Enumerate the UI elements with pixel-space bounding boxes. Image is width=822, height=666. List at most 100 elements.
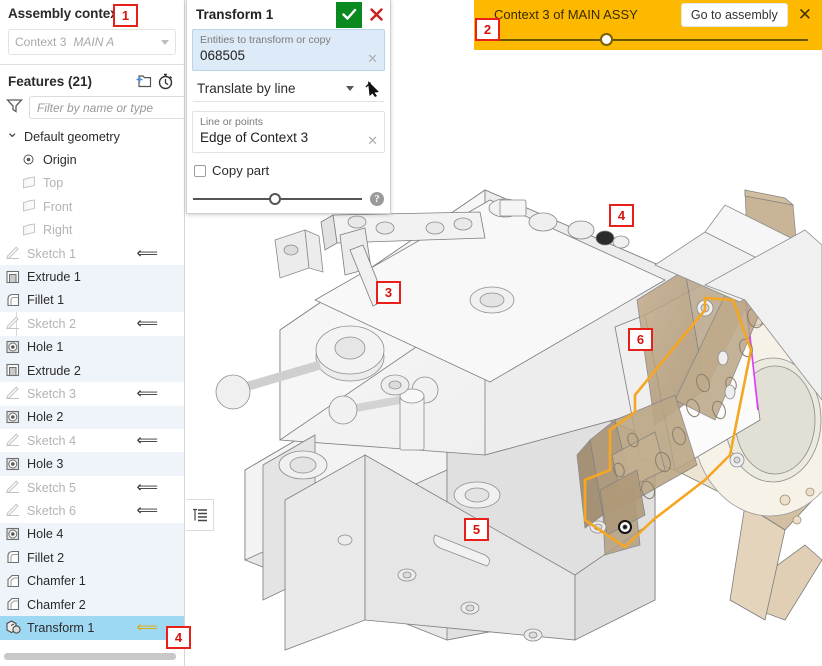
clear-icon[interactable]: ✕ bbox=[367, 134, 378, 147]
tree-item-hole-4[interactable]: Hole 4 bbox=[0, 522, 184, 547]
tree-item-label: Sketch 5 bbox=[27, 480, 77, 495]
cancel-button[interactable] bbox=[362, 2, 390, 28]
tree-item-chamfer-2[interactable]: Chamfer 2 bbox=[0, 592, 184, 617]
tree-item-label: Extrude 2 bbox=[27, 363, 81, 378]
sketch-icon bbox=[6, 386, 21, 401]
line-field-label: Line or points bbox=[200, 116, 264, 128]
dialog-body: Entities to transform or copy 068505 ✕ T… bbox=[187, 29, 390, 183]
copy-part-row[interactable]: Copy part bbox=[194, 163, 385, 178]
accept-button[interactable] bbox=[336, 1, 362, 28]
tree-item-fillet-1[interactable]: Fillet 1 bbox=[0, 288, 184, 313]
tree-item-sketch-5[interactable]: Sketch 5 ⟸ bbox=[0, 476, 184, 499]
banner-row: Context 3 of MAIN ASSY Go to assembly ✕ bbox=[474, 0, 822, 29]
help-icon[interactable]: ? bbox=[370, 192, 384, 206]
onshape-window: Assembly contexts Context 3 MAIN A Featu… bbox=[0, 0, 822, 666]
context-banner: Context 3 of MAIN ASSY Go to assembly ✕ bbox=[474, 0, 822, 50]
tree-item-sketch-1[interactable]: Sketch 1 ⟸ bbox=[0, 242, 184, 265]
tree-item-label: Sketch 1 bbox=[27, 246, 77, 261]
filter-icon[interactable] bbox=[6, 98, 23, 118]
filter-row bbox=[0, 95, 184, 125]
plane-icon bbox=[22, 176, 37, 191]
plane-icon bbox=[22, 199, 37, 214]
add-folder-icon[interactable] bbox=[132, 71, 154, 91]
extrude-icon bbox=[6, 270, 21, 285]
tree-item-fillet-2[interactable]: Fillet 2 bbox=[0, 546, 184, 570]
dialog-header: Transform 1 bbox=[187, 0, 390, 29]
tree-item-extrude-1[interactable]: Extrude 1 bbox=[0, 265, 184, 289]
tree-item-label: Hole 3 bbox=[27, 457, 64, 472]
annotation-marker-2: 2 bbox=[475, 18, 500, 41]
tree-item-front[interactable]: Front bbox=[0, 195, 184, 218]
tree-item-label: Chamfer 2 bbox=[27, 597, 86, 612]
history-icon[interactable] bbox=[154, 71, 176, 91]
banner-slider-handle[interactable] bbox=[600, 33, 613, 46]
tree-item-origin[interactable]: Origin bbox=[0, 148, 184, 171]
sketch-icon bbox=[6, 433, 21, 448]
tree-item-hole-3[interactable]: Hole 3 bbox=[0, 452, 184, 476]
tree-item-sketch-2[interactable]: Sketch 2 ⟸ bbox=[0, 312, 184, 335]
tree-item-hole-2[interactable]: Hole 2 bbox=[0, 405, 184, 430]
rollback-arrow-icon[interactable]: ⟸ bbox=[136, 316, 158, 331]
sketch-icon bbox=[6, 503, 21, 518]
annotation-marker-6: 6 bbox=[628, 328, 653, 351]
rollback-arrow-icon[interactable]: ⟸ bbox=[136, 433, 158, 448]
context-select[interactable]: Context 3 MAIN A bbox=[8, 29, 176, 55]
tree-item-label: Fillet 2 bbox=[27, 550, 65, 565]
tree-item-label: Top bbox=[43, 176, 64, 191]
tree-group-default-geometry[interactable]: ⌄ Default geometry bbox=[0, 125, 184, 148]
tree-item-label: Hole 2 bbox=[27, 410, 64, 425]
tree-item-top[interactable]: Top bbox=[0, 172, 184, 195]
rollback-arrow-icon[interactable]: ⟸ bbox=[136, 480, 158, 495]
tree-item-extrude-2[interactable]: Extrude 2 bbox=[0, 358, 184, 383]
line-or-points-field[interactable]: Line or points Edge of Context 3 ✕ bbox=[192, 111, 385, 153]
copy-part-checkbox[interactable] bbox=[194, 164, 206, 177]
tree-item-sketch-6[interactable]: Sketch 6 ⟸ bbox=[0, 499, 184, 522]
tree-item-right[interactable]: Right bbox=[0, 219, 184, 242]
list-panel-icon[interactable] bbox=[186, 499, 214, 531]
tree-item-label: Hole 4 bbox=[27, 527, 64, 542]
rollback-arrow-icon[interactable]: ⟸ bbox=[136, 620, 158, 635]
tree-item-label: Sketch 3 bbox=[27, 386, 77, 401]
close-icon[interactable]: ✕ bbox=[798, 6, 812, 23]
rollback-arrow-icon[interactable]: ⟸ bbox=[136, 386, 158, 401]
transform-type-row[interactable]: Translate by line bbox=[193, 79, 384, 102]
tree-item-chamfer-1[interactable]: Chamfer 1 bbox=[0, 569, 184, 593]
horizontal-scrollbar[interactable] bbox=[4, 653, 176, 660]
clear-icon[interactable]: ✕ bbox=[367, 52, 378, 65]
tree-item-label: Default geometry bbox=[24, 129, 120, 144]
chevron-down-icon[interactable]: ⌄ bbox=[6, 125, 19, 140]
tree-item-hole-1[interactable]: Hole 1 bbox=[0, 335, 184, 359]
annotation-marker-5: 5 bbox=[464, 518, 489, 541]
sketch-icon bbox=[6, 480, 21, 495]
opacity-slider[interactable] bbox=[193, 192, 362, 206]
entities-field[interactable]: Entities to transform or copy 068505 ✕ bbox=[192, 29, 385, 71]
hole-icon bbox=[6, 340, 21, 355]
tree-item-sketch-3[interactable]: Sketch 3 ⟸ bbox=[0, 382, 184, 405]
rollback-arrow-icon[interactable]: ⟸ bbox=[136, 503, 158, 518]
go-to-assembly-button[interactable]: Go to assembly bbox=[680, 2, 788, 27]
feature-tree: ⌄ Default geometry Origin Top Front Right Sket… bbox=[0, 125, 184, 640]
tree-item-label: Sketch 2 bbox=[27, 316, 77, 331]
tree-item-label: Chamfer 1 bbox=[27, 574, 86, 589]
assembly-contexts-section: Assembly contexts Context 3 MAIN A bbox=[0, 0, 184, 55]
fillet-icon bbox=[6, 293, 21, 308]
slider-handle[interactable] bbox=[269, 193, 282, 205]
banner-slider[interactable] bbox=[488, 33, 808, 47]
sketch-icon bbox=[6, 316, 21, 331]
context-assembly-name: MAIN A bbox=[73, 35, 115, 49]
tree-item-sketch-4[interactable]: Sketch 4 ⟸ bbox=[0, 429, 184, 452]
banner-title: Context 3 of MAIN ASSY bbox=[494, 7, 638, 22]
assembly-contexts-title: Assembly contexts bbox=[8, 6, 130, 21]
hole-icon bbox=[6, 527, 21, 542]
select-cursor-icon[interactable] bbox=[364, 79, 384, 97]
tree-item-transform-1[interactable]: Transform 1 ⟸ bbox=[0, 616, 184, 640]
rollback-arrow-icon[interactable]: ⟸ bbox=[136, 246, 158, 261]
features-title: Features (21) bbox=[8, 73, 93, 89]
sketch-icon bbox=[6, 246, 21, 261]
search-input[interactable] bbox=[29, 96, 184, 119]
feature-panel: Assembly contexts Context 3 MAIN A Featu… bbox=[0, 0, 185, 666]
chamfer-icon bbox=[6, 597, 21, 612]
entities-field-label: Entities to transform or copy bbox=[200, 34, 331, 46]
tree-item-label: Front bbox=[43, 199, 73, 214]
tree-item-label: Sketch 6 bbox=[27, 503, 77, 518]
